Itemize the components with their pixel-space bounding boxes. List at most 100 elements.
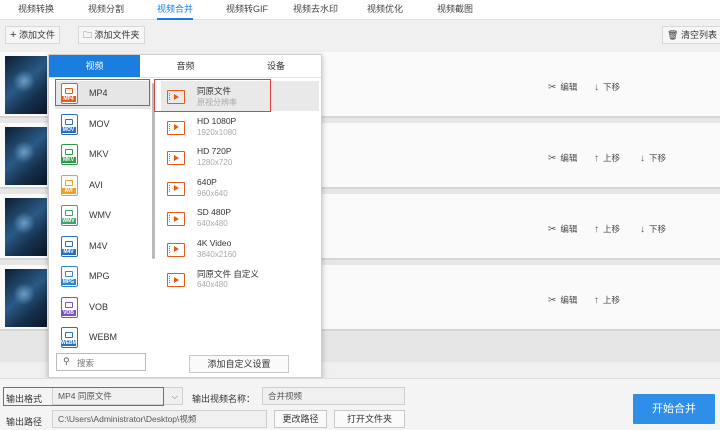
folder-icon: 🗀 <box>83 30 93 40</box>
move-down-button[interactable]: ↓ 下移 <box>640 152 666 164</box>
move-up-label: 上移 <box>603 153 621 163</box>
edit-button[interactable]: ✂ 编辑 <box>548 81 577 93</box>
move-up-button[interactable]: ↑ 上移 <box>594 294 620 306</box>
preset-name: 640P <box>197 176 217 187</box>
output-format-value: MP4 同原文件 <box>58 391 112 401</box>
edit-label: 编辑 <box>560 295 578 305</box>
start-merge-button[interactable]: 开始合并 <box>633 394 715 424</box>
format-item-wmv[interactable]: WMV WMV <box>55 203 151 231</box>
search-placeholder: 搜索 <box>77 358 95 368</box>
output-path-input[interactable]: C:\Users\Administrator\Desktop\视频 <box>52 410 267 428</box>
output-name-input[interactable]: 合并视频 <box>262 387 405 405</box>
video-thumbnail <box>5 269 47 327</box>
preset-item[interactable]: 640P 960x640 <box>161 173 319 203</box>
open-folder-button[interactable]: 打开文件夹 <box>334 410 405 428</box>
film-icon <box>167 212 185 226</box>
preset-resolution: 1920x1080 <box>197 127 237 137</box>
arrow-up-icon: ↑ <box>594 295 599 306</box>
preset-item[interactable]: HD 1080P 1920x1080 <box>161 112 319 142</box>
format-badge: VOB <box>61 309 76 316</box>
output-path-value: C:\Users\Administrator\Desktop\视频 <box>58 414 197 424</box>
preset-item[interactable]: HD 720P 1280x720 <box>161 142 319 172</box>
add-folder-button[interactable]: 🗀 添加文件夹 <box>78 26 145 44</box>
add-custom-setting-button[interactable]: 添加自定义设置 <box>189 355 289 373</box>
tab-video-split[interactable]: 视频分割 <box>88 0 124 20</box>
arrow-down-icon: ↓ <box>640 153 645 164</box>
popup-tab-video[interactable]: 视频 <box>49 55 140 77</box>
trash-icon: 🗑 <box>667 30 679 40</box>
film-icon <box>167 90 185 104</box>
move-up-button[interactable]: ↑ 上移 <box>594 223 620 235</box>
output-format-select[interactable]: MP4 同原文件 ⌵ <box>52 387 183 405</box>
popup-tab-device[interactable]: 设备 <box>231 55 321 77</box>
preset-item[interactable]: SD 480P 640x480 <box>161 203 319 233</box>
format-search-input[interactable]: ⚲ 搜索 <box>56 353 146 371</box>
format-badge: MOV <box>61 126 76 133</box>
format-item-vob[interactable]: VOB VOB <box>55 295 151 323</box>
tab-video-watermark[interactable]: 视频去水印 <box>293 0 338 20</box>
tab-video-screenshot[interactable]: 视频截图 <box>437 0 473 20</box>
preset-resolution: 1280x720 <box>197 158 233 167</box>
preset-item[interactable]: 同原文件 原视分辨率 <box>161 81 319 111</box>
video-file-icon: VOB <box>61 296 78 318</box>
move-down-button[interactable]: ↓ 下移 <box>640 223 666 235</box>
edit-button[interactable]: ✂ 编辑 <box>548 152 577 164</box>
tab-video-convert[interactable]: 视频转换 <box>18 0 54 20</box>
preset-resolution: 3840x2160 <box>197 249 237 259</box>
video-file-icon: MKV <box>61 144 78 165</box>
popup-tab-audio[interactable]: 音频 <box>140 55 231 77</box>
edit-label: 编辑 <box>560 82 578 92</box>
add-file-label: 添加文件 <box>18 30 55 40</box>
format-item-mpg[interactable]: MPG MPG <box>55 264 151 292</box>
move-down-button[interactable]: ↓ 下移 <box>594 81 620 93</box>
format-item-webm[interactable]: WEBM WEBM <box>55 325 151 353</box>
film-icon <box>167 242 185 257</box>
preset-name: HD 1080P <box>197 115 237 126</box>
edit-label: 编辑 <box>560 224 578 234</box>
output-path-label: 输出路径 <box>6 417 43 427</box>
preset-name: 4K Video <box>197 237 232 248</box>
video-thumbnail <box>5 127 47 185</box>
popup-tabs: 视频 音频 设备 <box>49 55 321 78</box>
format-name: MPG <box>89 271 110 281</box>
change-path-button[interactable]: 更改路径 <box>274 410 327 428</box>
format-list-scrollbar[interactable] <box>152 83 155 259</box>
arrow-down-icon: ↓ <box>640 224 645 235</box>
preset-resolution: 原视分辨率 <box>197 98 237 107</box>
video-file-icon: MP4 <box>61 83 78 104</box>
add-folder-label: 添加文件夹 <box>94 30 140 40</box>
edit-button[interactable]: ✂ 编辑 <box>548 294 577 306</box>
tab-video-optimize[interactable]: 视频优化 <box>367 0 403 20</box>
preset-resolution: 640x480 <box>197 219 228 228</box>
scissors-icon: ✂ <box>548 295 557 306</box>
format-badge: WMV <box>61 218 76 224</box>
preset-resolution: 640x480 <box>197 280 228 289</box>
preset-item[interactable]: 同原文件 自定义 640x480 <box>161 264 319 294</box>
edit-button[interactable]: ✂ 编辑 <box>548 223 577 235</box>
video-thumbnail <box>5 198 47 256</box>
tab-video-merge[interactable]: 视频合并 <box>157 0 194 20</box>
tab-video-to-gif[interactable]: 视频转GIF <box>226 0 268 20</box>
plus-icon: + <box>10 29 17 41</box>
video-file-icon: AVI <box>61 174 78 196</box>
video-file-icon: WMV <box>61 205 78 226</box>
move-down-label: 下移 <box>649 224 667 234</box>
format-name: M4V <box>89 240 108 251</box>
add-file-button[interactable]: + 添加文件 <box>5 26 60 44</box>
format-name: MOV <box>89 118 110 129</box>
output-name-value: 合并视频 <box>268 391 303 401</box>
format-badge: MPG <box>61 279 76 285</box>
format-name: MP4 <box>89 88 108 98</box>
preset-name: HD 720P <box>197 146 232 156</box>
format-item-m4v[interactable]: M4V M4V <box>55 234 151 262</box>
format-item-avi[interactable]: AVI AVI <box>55 173 151 201</box>
format-name: WEBM <box>89 332 117 342</box>
format-item-mov[interactable]: MOV MOV <box>55 112 151 140</box>
clear-list-button[interactable]: 🗑 清空列表 <box>662 26 720 44</box>
format-badge: AVI <box>61 187 76 194</box>
format-item-mp4[interactable]: MP4 MP4 <box>55 81 151 109</box>
move-up-button[interactable]: ↑ 上移 <box>594 152 620 164</box>
format-item-mkv[interactable]: MKV MKV <box>55 142 151 170</box>
preset-item[interactable]: 4K Video 3840x2160 <box>161 234 319 264</box>
move-down-label: 下移 <box>649 153 667 163</box>
